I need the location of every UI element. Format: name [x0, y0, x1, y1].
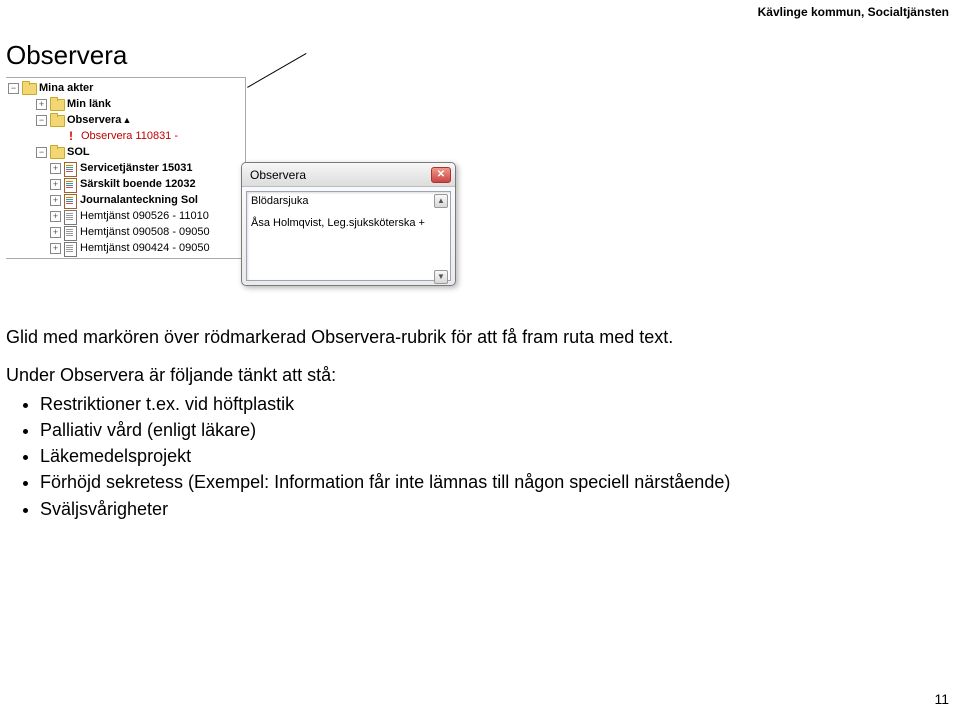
- tree-row-journal[interactable]: + Journalanteckning Sol: [8, 192, 245, 208]
- page-number: 11: [934, 691, 949, 707]
- paragraph-1: Glid med markören över rödmarkerad Obser…: [6, 325, 886, 349]
- tree-label: Observera 110831 -: [81, 130, 178, 142]
- list-item: Förhöjd sekretess (Exempel: Information …: [40, 470, 886, 494]
- expand-icon[interactable]: +: [50, 179, 61, 190]
- tree-row-hemtjanst-1[interactable]: + Hemtjänst 090526 - 11010: [8, 208, 245, 224]
- folder-icon: [50, 98, 64, 110]
- tree-label: Hemtjänst 090508 - 09050: [80, 226, 210, 238]
- list-item: Palliativ vård (enligt läkare): [40, 418, 886, 442]
- document-icon: [64, 226, 77, 239]
- tree-row-hemtjanst-2[interactable]: + Hemtjänst 090508 - 09050: [8, 224, 245, 240]
- expand-icon[interactable]: +: [50, 195, 61, 206]
- document-icon: [64, 242, 77, 255]
- paragraph-2: Under Observera är följande tänkt att st…: [6, 363, 886, 387]
- tree-row-sol[interactable]: − SOL: [8, 144, 245, 160]
- tree-row-mina-akter[interactable]: − Mina akter: [8, 80, 245, 96]
- page-title: Observera: [6, 40, 949, 71]
- expand-icon[interactable]: +: [50, 211, 61, 222]
- scroll-up-icon[interactable]: ▲: [434, 194, 448, 208]
- dialog-textarea[interactable]: Blödarsjuka Åsa Holmqvist, Leg.sjuksköte…: [246, 191, 451, 281]
- screenshot-composite: − Mina akter + Min länk − Observera ▲ !: [6, 77, 466, 307]
- dialog-titlebar[interactable]: Observera ✕: [242, 163, 455, 187]
- tree-row-hemtjanst-3[interactable]: + Hemtjänst 090424 - 09050: [8, 240, 245, 256]
- tree-row-observera-110831[interactable]: ! Observera 110831 -: [8, 128, 245, 144]
- bullet-list: Restriktioner t.ex. vid höftplastik Pall…: [6, 392, 886, 521]
- tree-label: Journalanteckning Sol: [80, 194, 198, 206]
- tree-label: Hemtjänst 090526 - 11010: [80, 210, 209, 222]
- document-icon: [64, 210, 77, 223]
- folder-icon: [50, 146, 64, 158]
- scroll-down-icon[interactable]: ▼: [434, 270, 448, 284]
- tree-label: Min länk: [67, 98, 111, 110]
- tree-label: Mina akter: [39, 82, 93, 94]
- collapse-icon[interactable]: −: [36, 147, 47, 158]
- close-icon[interactable]: ✕: [431, 167, 451, 183]
- list-item: Sväljsvårigheter: [40, 497, 886, 521]
- list-item: Restriktioner t.ex. vid höftplastik: [40, 392, 886, 416]
- expand-icon[interactable]: +: [50, 243, 61, 254]
- expand-icon[interactable]: +: [50, 227, 61, 238]
- dialog-text-line1: Blödarsjuka: [251, 195, 438, 207]
- tree-label: Hemtjänst 090424 - 09050: [80, 242, 210, 254]
- folder-icon: [50, 114, 64, 126]
- observera-tooltip-dialog: Observera ✕ Blödarsjuka Åsa Holmqvist, L…: [241, 162, 456, 286]
- expand-icon[interactable]: +: [50, 163, 61, 174]
- tree-label: Särskilt boende 12032: [80, 178, 196, 190]
- dialog-text-line2: Åsa Holmqvist, Leg.sjuksköterska +: [251, 217, 438, 229]
- document-icon: [64, 162, 77, 175]
- tree-row-sarskilt-boende[interactable]: + Särskilt boende 12032: [8, 176, 245, 192]
- document-icon: [64, 194, 77, 207]
- tree-label: Servicetjänster 15031: [80, 162, 193, 174]
- dialog-title: Observera: [250, 168, 306, 182]
- tree-row-observera[interactable]: − Observera ▲: [8, 112, 245, 128]
- page-main: Observera − Mina akter + Min länk − Obse…: [0, 0, 959, 533]
- collapse-icon[interactable]: −: [8, 83, 19, 94]
- expand-icon[interactable]: +: [36, 99, 47, 110]
- folder-tree[interactable]: − Mina akter + Min länk − Observera ▲ !: [6, 77, 246, 259]
- header-org: Kävlinge kommun, Socialtjänsten: [758, 5, 949, 19]
- tree-label: SOL: [67, 146, 90, 158]
- tree-row-min-lank[interactable]: + Min länk: [8, 96, 245, 112]
- tree-label: Observera: [67, 114, 121, 126]
- document-icon: [64, 178, 77, 191]
- dialog-body: Blödarsjuka Åsa Holmqvist, Leg.sjuksköte…: [242, 187, 455, 285]
- body-text: Glid med markören över rödmarkerad Obser…: [6, 325, 886, 521]
- alert-icon: !: [64, 130, 78, 142]
- collapse-icon[interactable]: −: [36, 115, 47, 126]
- folder-icon: [22, 82, 36, 94]
- tree-row-servicetjanster[interactable]: + Servicetjänster 15031: [8, 160, 245, 176]
- marker-caret-icon: ▲: [122, 115, 131, 125]
- list-item: Läkemedelsprojekt: [40, 444, 886, 468]
